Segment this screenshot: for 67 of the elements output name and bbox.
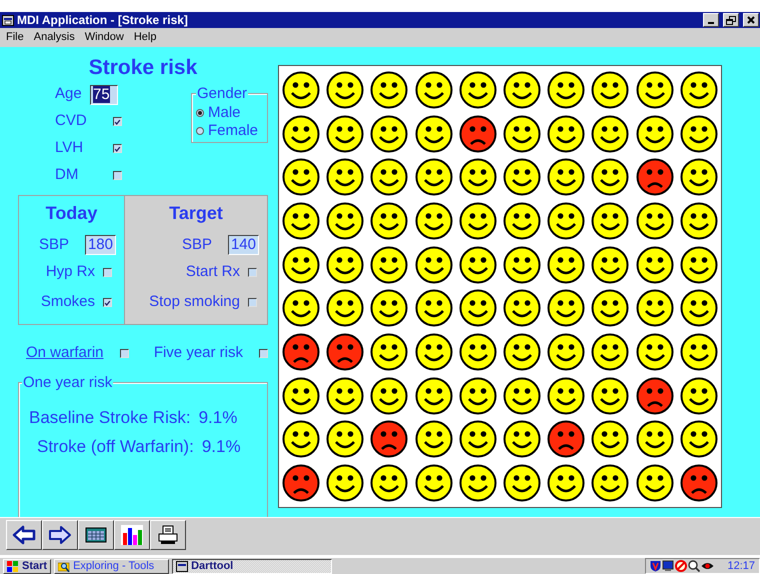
checkbox-label: CVD xyxy=(55,111,88,132)
close-button[interactable] xyxy=(743,13,759,27)
risk-label: Baseline Stroke Risk: xyxy=(29,407,191,429)
close-icon xyxy=(747,16,755,24)
checkbox-label: Stop smoking xyxy=(149,292,240,312)
radio-label: Male xyxy=(208,104,241,122)
checkbox-label: Smokes xyxy=(40,292,95,312)
window-icon xyxy=(176,560,188,572)
group-legend: One year risk xyxy=(22,375,114,390)
sbp-field[interactable]: 140 xyxy=(228,235,259,255)
panel-heading: Today xyxy=(44,202,98,225)
folder-search-icon xyxy=(58,560,70,572)
window-title: MDI Application - [Stroke risk] xyxy=(17,12,189,29)
checkbox-label: LVH xyxy=(55,138,84,158)
radio-button[interactable] xyxy=(196,109,204,117)
checkbox[interactable] xyxy=(103,268,112,276)
checkbox[interactable] xyxy=(113,144,122,153)
forward-arrow-icon xyxy=(48,524,72,546)
checkbox[interactable] xyxy=(113,117,122,126)
forward-arrow-button[interactable] xyxy=(42,520,78,550)
windows-logo-icon xyxy=(7,560,19,572)
restore-button[interactable] xyxy=(723,13,739,27)
checkbox[interactable] xyxy=(259,348,268,358)
menu-item[interactable]: Window xyxy=(84,29,124,46)
risk-value: 9.1% xyxy=(198,407,238,429)
clock: 12:17 xyxy=(727,558,755,574)
group-legend: Gender xyxy=(196,86,248,101)
checkbox[interactable] xyxy=(113,171,122,180)
checkbox-label: Start Rx xyxy=(186,262,240,282)
shield-icon xyxy=(650,560,662,572)
taskbar-button[interactable]: Darttool xyxy=(172,558,332,574)
checkbox[interactable] xyxy=(103,298,112,306)
field-label: SBP xyxy=(182,234,212,255)
restore-icon xyxy=(726,16,736,24)
sbp-field[interactable]: 180 xyxy=(84,235,116,255)
checkbox-label: DM xyxy=(55,165,80,186)
printer-icon xyxy=(156,524,180,546)
menu-item[interactable]: Analysis xyxy=(34,29,75,46)
bar-chart-icon xyxy=(120,524,144,546)
minimize-button[interactable] xyxy=(703,13,719,27)
checkbox[interactable] xyxy=(120,348,129,358)
printer-button[interactable] xyxy=(150,520,186,550)
checkbox[interactable] xyxy=(248,268,257,276)
prohibited-icon xyxy=(675,560,688,572)
risk-label: Stroke (off Warfarin): xyxy=(37,436,194,458)
checkbox-label: Hyp Rx xyxy=(46,262,95,282)
start-button[interactable]: Start xyxy=(3,558,52,574)
eye-icon xyxy=(701,560,714,572)
menu-item[interactable]: Help xyxy=(134,29,156,46)
radio-label: Female xyxy=(208,122,258,140)
field-label: SBP xyxy=(38,234,69,255)
age-field[interactable]: 75 xyxy=(90,84,118,104)
form-title: Stroke risk xyxy=(88,55,198,81)
radio-button[interactable] xyxy=(196,127,204,135)
menu-item[interactable]: File xyxy=(6,29,24,46)
checkbox-label: Five year risk xyxy=(154,342,243,363)
panel-heading: Target xyxy=(168,202,224,225)
bar-chart-button[interactable] xyxy=(114,520,150,550)
checkbox[interactable] xyxy=(248,298,257,306)
keypad-button[interactable] xyxy=(78,520,114,550)
monitor-icon xyxy=(662,560,674,572)
field-label: Age xyxy=(55,84,83,104)
link[interactable]: On warfarin xyxy=(26,342,104,364)
back-arrow-button[interactable] xyxy=(6,520,42,550)
taskbar-button[interactable]: Exploring - Tools xyxy=(54,558,170,574)
risk-value: 9.1% xyxy=(202,436,241,458)
back-arrow-icon xyxy=(12,524,36,546)
